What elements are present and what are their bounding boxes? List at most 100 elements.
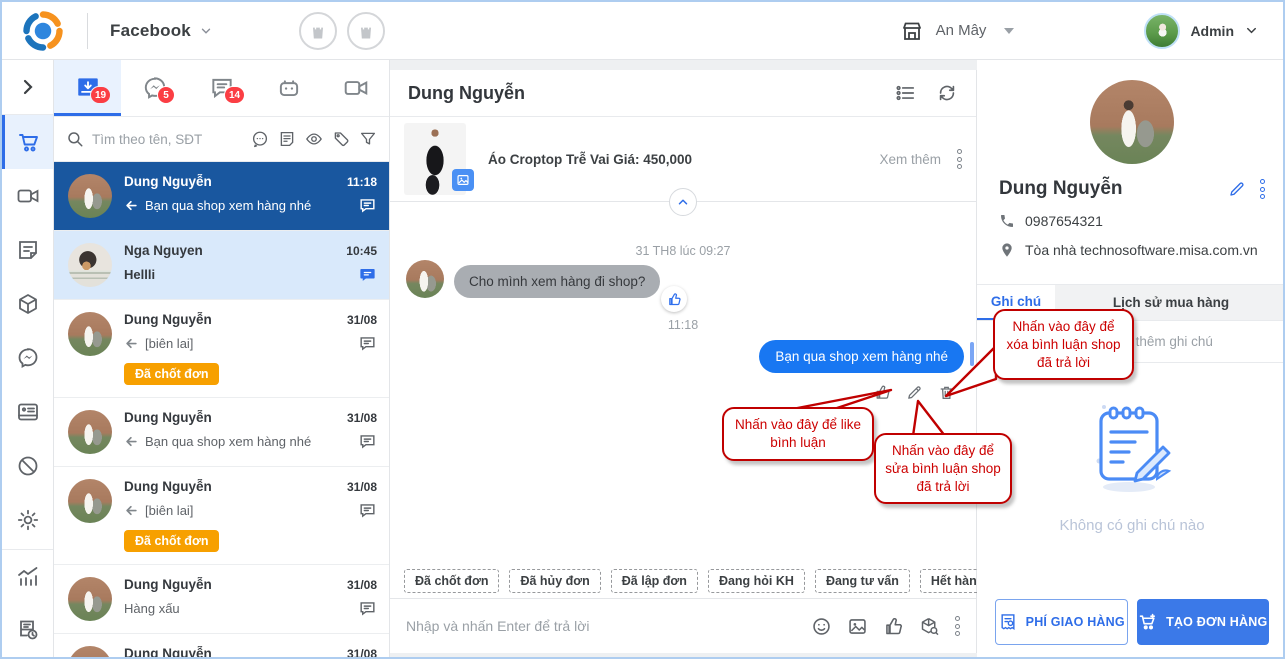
conversation-item[interactable]: Dung Nguyễn 31/08 [biên lai] Đã chốt đơn xyxy=(54,300,389,398)
chat-dots-icon[interactable] xyxy=(251,130,269,148)
reply-arrow-icon xyxy=(126,338,137,349)
status-badge: Đã chốt đơn xyxy=(124,530,220,552)
conversation-name: Dung Nguyễn xyxy=(124,174,212,189)
tab-chatbot[interactable] xyxy=(255,60,322,116)
conversation-item[interactable]: Dung Nguyễn 31/08 xyxy=(54,634,389,657)
reply-input[interactable] xyxy=(406,618,797,634)
cart-plus-icon xyxy=(1139,613,1156,630)
avatar xyxy=(406,260,444,298)
quick-tag[interactable]: Đã lập đơn xyxy=(610,568,698,593)
like-comment-button[interactable] xyxy=(874,384,891,401)
conversation-time: 10:45 xyxy=(346,244,377,258)
page-avatar-1[interactable] xyxy=(298,11,337,50)
tab-comments[interactable]: 14 xyxy=(188,60,255,116)
video-camera-icon xyxy=(17,189,38,203)
expand-sidebar-button[interactable] xyxy=(2,60,53,115)
rail-item-posts[interactable] xyxy=(2,223,53,277)
outgoing-message-row: Bạn qua shop xem hàng nhé xyxy=(759,340,964,373)
collapse-post-button[interactable] xyxy=(669,188,697,216)
customer-avatar[interactable] xyxy=(1090,80,1174,164)
callout-like-comment: Nhấn vào đây để like bình luận xyxy=(722,407,874,461)
rail-item-customers[interactable] xyxy=(2,385,53,439)
tag-icon[interactable] xyxy=(332,130,350,148)
conversation-item[interactable]: Dung Nguyễn 31/08 [biên lai] Đã chốt đơn xyxy=(54,467,389,565)
ban-icon xyxy=(18,456,37,476)
more-options-button[interactable] xyxy=(955,616,960,636)
quick-status-tags: Đã chốt đơn Đã hủy đơn Đã lập đơn Đang h… xyxy=(390,563,1037,598)
conversation-name: Dung Nguyễn xyxy=(124,479,212,494)
rail-item-blocked[interactable] xyxy=(2,439,53,493)
conversation-item[interactable]: Dung Nguyễn 11:18 Bạn qua shop xem hàng n… xyxy=(54,162,389,231)
emoji-icon[interactable] xyxy=(811,616,832,637)
user-menu[interactable]: Admin xyxy=(1144,12,1259,49)
shipping-fee-button[interactable]: PHÍ GIAO HÀNG xyxy=(995,599,1128,645)
report-clock-icon xyxy=(19,620,37,640)
rail-item-settings[interactable] xyxy=(2,493,53,547)
thumbs-up-icon[interactable] xyxy=(883,616,904,637)
avatar xyxy=(68,577,112,621)
store-selector[interactable]: An Mây xyxy=(900,19,1015,43)
channel-tabs: 19 5 14 xyxy=(54,60,389,117)
conversation-time: 31/08 xyxy=(346,578,377,592)
outgoing-message-bubble[interactable]: Bạn qua shop xem hàng nhé xyxy=(759,340,964,373)
quick-tag[interactable]: Đã hủy đơn xyxy=(509,568,601,593)
post-menu-button[interactable] xyxy=(957,149,962,169)
quick-tag[interactable]: Đang hỏi KH xyxy=(707,568,805,593)
conversation-item[interactable]: Dung Nguyễn 31/08 Hàng xấu xyxy=(54,565,389,634)
rail-item-reports[interactable] xyxy=(2,603,53,657)
conversation-item[interactable]: Dung Nguyễn 31/08 Bạn qua shop xem hàng n… xyxy=(54,398,389,467)
app-window: Facebook An Mây Admin 19 5 14 Tìm theo t… xyxy=(0,0,1285,659)
create-order-button[interactable]: TẠO ĐƠN HÀNG xyxy=(1136,599,1269,645)
shopping-bag-icon xyxy=(312,22,323,38)
conversation-time: 31/08 xyxy=(346,313,377,327)
avatar xyxy=(68,312,112,356)
eye-icon[interactable] xyxy=(305,130,323,148)
list-detail-icon[interactable] xyxy=(894,82,916,104)
conversation-snippet: Bạn qua shop xem hàng nhé xyxy=(145,198,312,213)
chat-title: Dung Nguyễn xyxy=(408,82,525,103)
reply-arrow-icon xyxy=(126,200,137,211)
tab-livestream[interactable] xyxy=(322,60,389,116)
avatar xyxy=(68,479,112,523)
page-avatar-2[interactable] xyxy=(346,11,385,50)
quick-tag[interactable]: Đã chốt đơn xyxy=(404,568,500,593)
product-image[interactable] xyxy=(404,123,474,195)
tab-inbox-all[interactable]: 19 xyxy=(54,60,121,116)
delete-comment-button[interactable] xyxy=(938,384,955,401)
search-input[interactable] xyxy=(92,131,243,147)
conversation-name: Dung Nguyễn xyxy=(124,312,212,327)
scrollbar-thumb[interactable] xyxy=(970,342,974,366)
tab-messenger[interactable]: 5 xyxy=(121,60,188,116)
see-more-link[interactable]: Xem thêm xyxy=(879,152,941,167)
customer-menu-button[interactable] xyxy=(1260,179,1265,199)
comment-icon xyxy=(360,199,375,213)
callout-delete-comment: Nhấn vào đây để xóa bình luận shop đã tr… xyxy=(993,309,1134,381)
shopping-bag-icon xyxy=(360,22,371,38)
avatar xyxy=(68,646,112,657)
rail-item-orders[interactable] xyxy=(2,115,53,169)
conversation-time: 31/08 xyxy=(346,411,377,425)
incoming-message-bubble[interactable]: Cho mình xem hàng đi shop? xyxy=(454,265,661,298)
filter-icon[interactable] xyxy=(359,130,377,148)
conversation-item[interactable]: Nga Nguyen 10:45 Hellli xyxy=(54,231,389,300)
divider xyxy=(87,12,88,49)
rail-item-livestream[interactable] xyxy=(2,169,53,223)
product-search-icon[interactable] xyxy=(919,616,940,637)
quick-tag[interactable]: Đang tư vấn xyxy=(814,568,910,593)
chevron-down-icon[interactable] xyxy=(199,24,213,38)
edit-customer-button[interactable] xyxy=(1228,180,1246,198)
customer-phone[interactable]: 0987654321 xyxy=(1025,213,1103,229)
gear-icon xyxy=(17,509,38,531)
note-icon[interactable] xyxy=(278,130,296,148)
package-icon xyxy=(18,294,37,314)
page-avatars xyxy=(298,11,385,50)
edit-comment-button[interactable] xyxy=(906,384,923,401)
rail-item-analytics[interactable] xyxy=(2,549,53,603)
chevron-down-icon xyxy=(1247,27,1256,34)
reply-input-bar xyxy=(390,598,976,653)
refresh-icon[interactable] xyxy=(936,82,958,104)
image-icon[interactable] xyxy=(847,616,868,637)
rail-item-messenger[interactable] xyxy=(2,331,53,385)
channel-selector-label[interactable]: Facebook xyxy=(110,21,191,41)
rail-item-products[interactable] xyxy=(2,277,53,331)
